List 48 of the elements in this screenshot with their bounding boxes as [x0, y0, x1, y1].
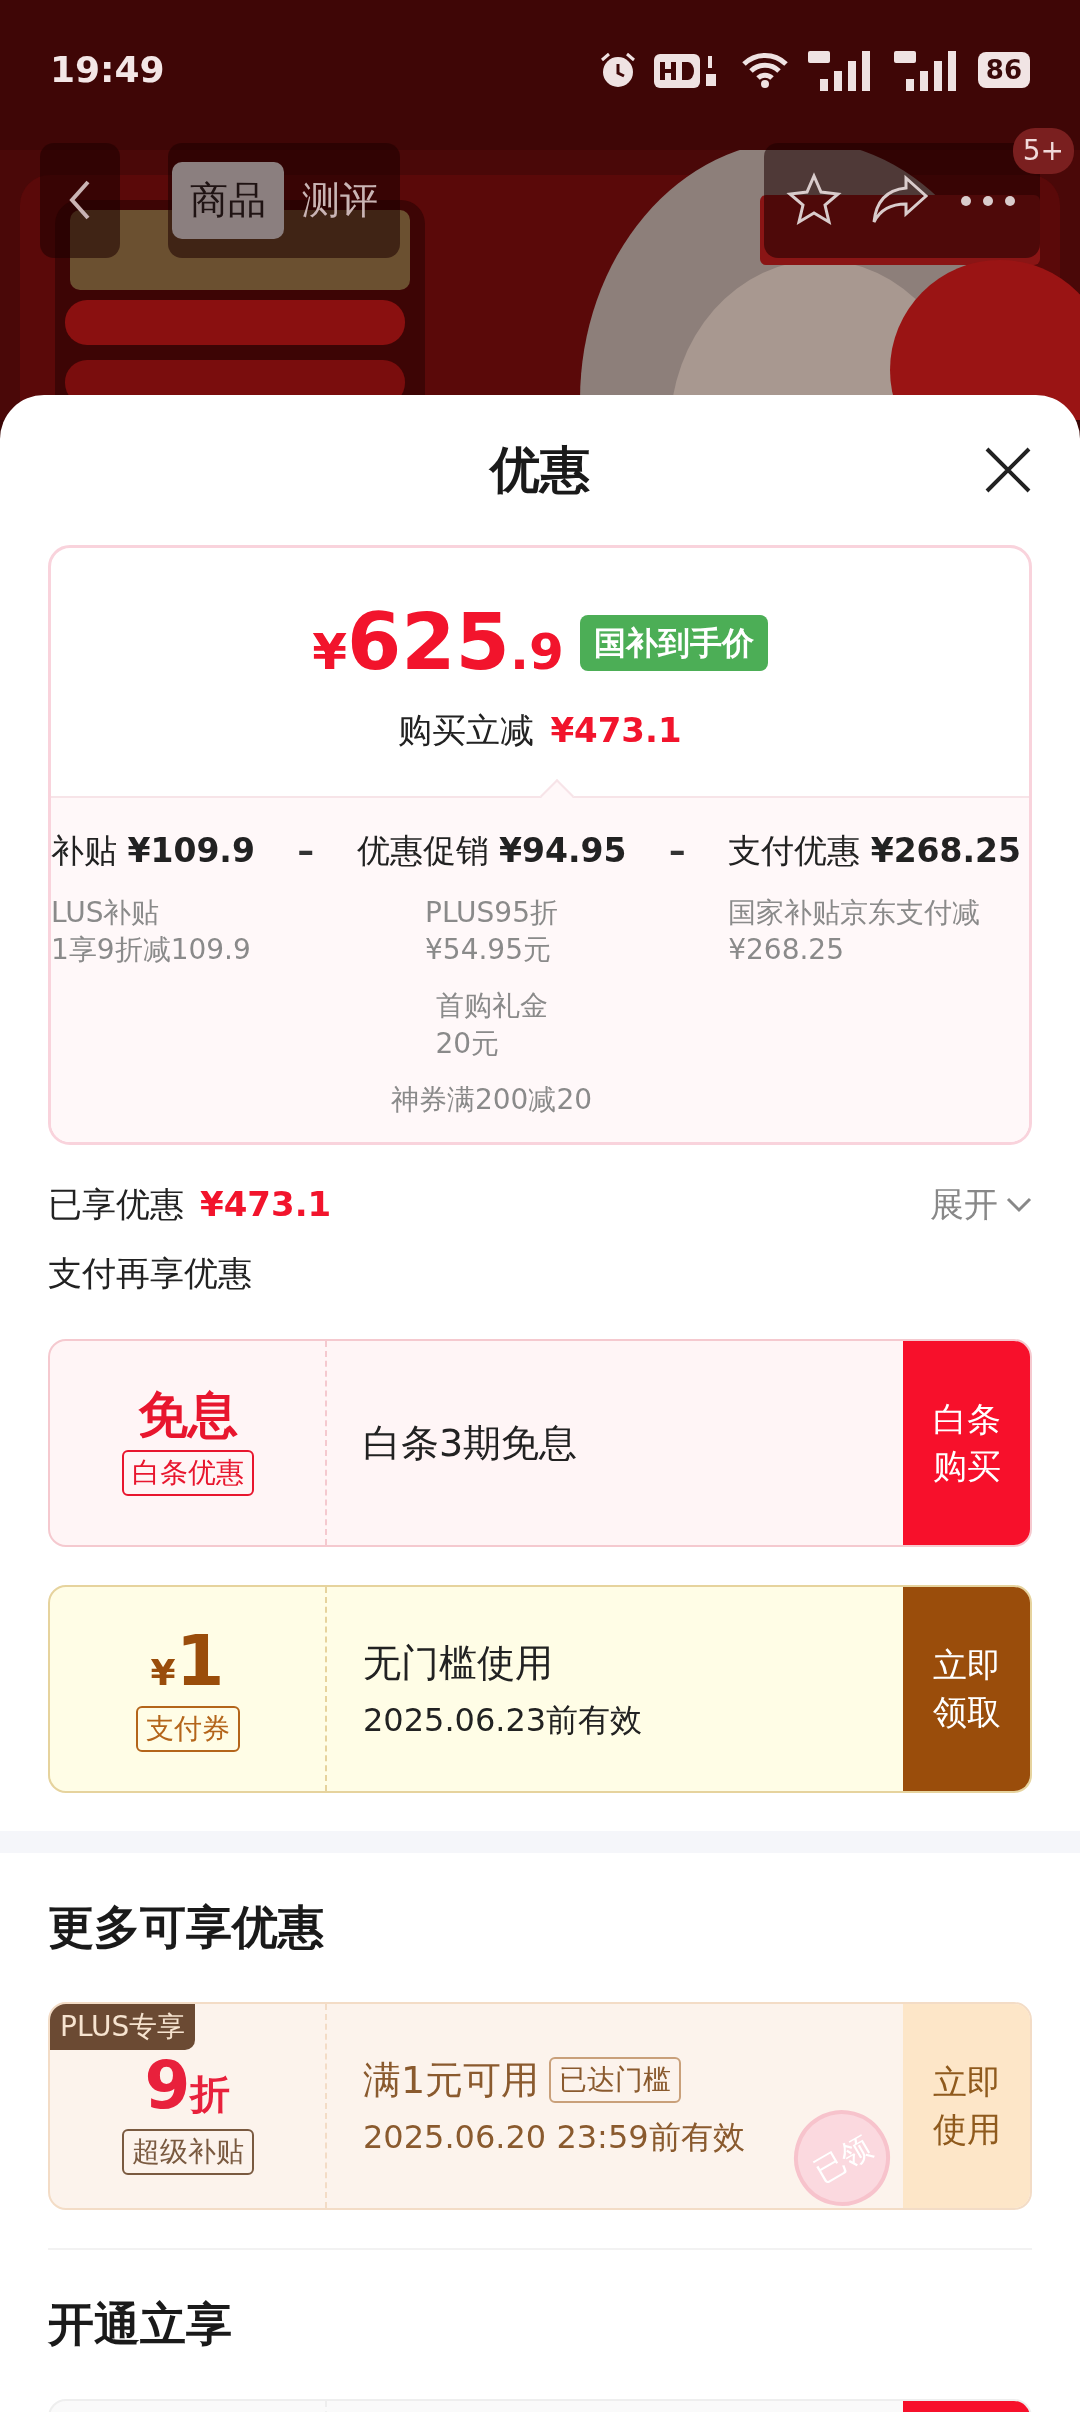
discount-detail: 首购礼金 20元 [435, 988, 548, 1062]
section-subtitle: 支付再享优惠 [48, 1252, 253, 1296]
threshold-tag: 已达门槛 [549, 2057, 682, 2104]
plus-tag: PLUS专享 [50, 2004, 196, 2051]
price-tag: 国补到手价 [579, 614, 768, 671]
enjoyed-label: 已享优惠 [48, 1183, 184, 1227]
separator-text: – [668, 830, 687, 872]
coupon-type-tag: 白条优惠 [121, 1450, 254, 1497]
coupon-title: 无门槛使用 [363, 1640, 553, 1687]
discount-amount: ¥473.1 [550, 709, 682, 752]
discount-item-title: 优惠促销 ¥94.95 [356, 830, 627, 872]
coupon-type-tag: 超级补贴 [121, 2129, 254, 2176]
chevron-icon [1006, 1197, 1032, 1213]
battery-indicator: 86 [977, 52, 1030, 88]
discount-detail: 国家补贴京东支付减 ¥268.25 [728, 894, 982, 969]
coupon-value: 9折 [144, 2053, 231, 2120]
price-value: ¥625.9 [312, 596, 564, 689]
back-icon [68, 178, 92, 222]
coupon-action-button[interactable]: 立即使用 [903, 2004, 1030, 2209]
section-title: 开通立享 [48, 2296, 233, 2354]
coupon-title: 满1元可用 [363, 2057, 540, 2104]
coupon-value: ¥1 [150, 1626, 225, 1697]
back-button[interactable] [40, 142, 120, 258]
discount-detail: PLUS95折 ¥54.95元 [425, 894, 558, 969]
validity-text: 2025.06.20 23:59前有效 [363, 2117, 745, 2158]
discount-item-title: 补贴 ¥109.9 [51, 830, 255, 872]
coupon-value: 免息 [137, 1390, 238, 1441]
validity-text: 2025.06.23前有效 [363, 1700, 643, 1741]
close-icon [984, 446, 1032, 494]
section-title: 更多可享优惠 [48, 1899, 325, 1957]
coupon-type-tag: 支付券 [135, 1706, 240, 1753]
separator-text: – [296, 830, 315, 872]
coupon-action-button[interactable]: 白条购买 [903, 1341, 1030, 1546]
expand-toggle[interactable]: 展开 [930, 1179, 1032, 1231]
enjoyed-amount: ¥473.1 [200, 1183, 332, 1227]
discount-label: 购买立减 [398, 709, 535, 752]
discount-detail: 神券满200减20 [390, 1081, 593, 1118]
coupon-title: 白条3期免息 [363, 1420, 578, 1467]
status-time: 19:49 [50, 48, 165, 92]
tab[interactable]: 商品 [172, 161, 284, 239]
more-icon [958, 194, 1018, 207]
tab[interactable]: 测评 [284, 161, 396, 239]
star-icon [786, 172, 842, 228]
discount-detail: LUS补贴 1享9折减109.9 [51, 894, 252, 969]
sheet-title: 优惠 [490, 439, 590, 501]
coupon-action-button[interactable]: 立即领取 [903, 1587, 1030, 1792]
close-button[interactable] [984, 446, 1032, 494]
discount-item-title: 支付优惠 ¥268.25 [728, 830, 1021, 872]
